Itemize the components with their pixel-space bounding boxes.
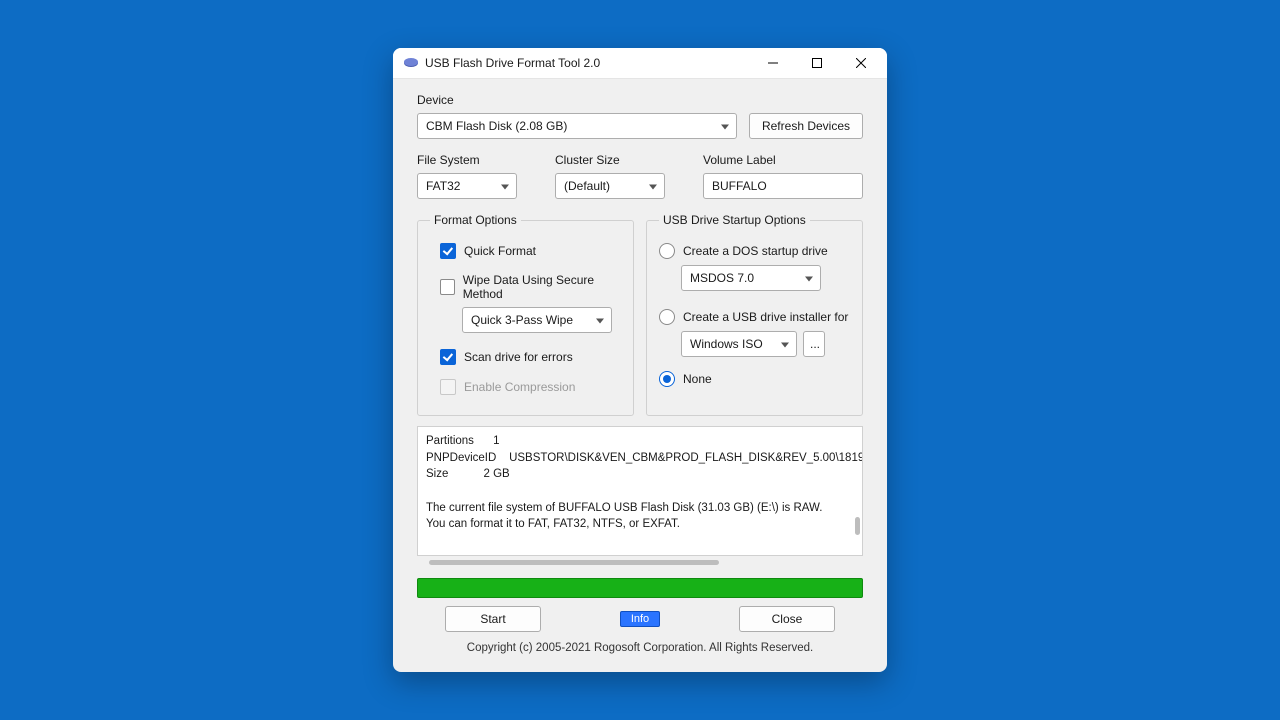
cluster-size-label: Cluster Size <box>555 153 665 167</box>
dos-startup-radio[interactable] <box>659 243 675 259</box>
close-button[interactable]: Close <box>739 606 835 632</box>
format-options-group: Format Options Quick Format Wipe Data Us… <box>417 213 634 416</box>
device-label: Device <box>417 93 863 107</box>
wipe-method-select[interactable]: Quick 3-Pass Wipe <box>462 307 612 333</box>
none-radio[interactable] <box>659 371 675 387</box>
window-title: USB Flash Drive Format Tool 2.0 <box>425 56 751 70</box>
enable-compression-checkbox <box>440 379 456 395</box>
device-info-text: Partitions 1 PNPDeviceID USBSTOR\DISK&VE… <box>426 435 863 530</box>
format-options-legend: Format Options <box>430 213 521 227</box>
dos-startup-label: Create a DOS startup drive <box>683 244 828 258</box>
usb-installer-label: Create a USB drive installer for <box>683 310 848 324</box>
filesystem-select[interactable]: FAT32 <box>417 173 517 199</box>
scan-errors-checkbox[interactable] <box>440 349 456 365</box>
wipe-data-checkbox[interactable] <box>440 279 455 295</box>
device-select[interactable]: CBM Flash Disk (2.08 GB) <box>417 113 737 139</box>
info-button[interactable]: Info <box>620 611 660 627</box>
progress-bar <box>417 578 863 598</box>
app-icon <box>403 55 419 71</box>
usb-installer-radio[interactable] <box>659 309 675 325</box>
filesystem-label: File System <box>417 153 517 167</box>
wipe-data-label: Wipe Data Using Secure Method <box>463 273 621 301</box>
iso-select[interactable]: Windows ISO <box>681 331 797 357</box>
horizontal-scrollbar[interactable] <box>417 558 863 568</box>
scan-errors-label: Scan drive for errors <box>464 350 573 364</box>
minimize-button[interactable] <box>751 48 795 78</box>
refresh-devices-button[interactable]: Refresh Devices <box>749 113 863 139</box>
none-label: None <box>683 372 712 386</box>
horizontal-scrollbar-thumb[interactable] <box>429 560 719 565</box>
app-window: USB Flash Drive Format Tool 2.0 Device C… <box>393 48 887 672</box>
device-info-box[interactable]: Partitions 1 PNPDeviceID USBSTOR\DISK&VE… <box>417 426 863 556</box>
volume-label-label: Volume Label <box>703 153 863 167</box>
volume-label-input[interactable] <box>703 173 863 199</box>
enable-compression-label: Enable Compression <box>464 380 575 394</box>
quick-format-checkbox[interactable] <box>440 243 456 259</box>
close-window-button[interactable] <box>839 48 883 78</box>
copyright-text: Copyright (c) 2005-2021 Rogosoft Corpora… <box>417 632 863 662</box>
vertical-scrollbar-thumb[interactable] <box>855 517 860 535</box>
dos-version-select[interactable]: MSDOS 7.0 <box>681 265 821 291</box>
start-button[interactable]: Start <box>445 606 541 632</box>
browse-iso-button[interactable]: ... <box>803 331 825 357</box>
startup-options-legend: USB Drive Startup Options <box>659 213 810 227</box>
titlebar: USB Flash Drive Format Tool 2.0 <box>393 48 887 79</box>
client-area: Device CBM Flash Disk (2.08 GB) Refresh … <box>393 79 887 672</box>
maximize-button[interactable] <box>795 48 839 78</box>
startup-options-group: USB Drive Startup Options Create a DOS s… <box>646 213 863 416</box>
cluster-size-select[interactable]: (Default) <box>555 173 665 199</box>
quick-format-label: Quick Format <box>464 244 536 258</box>
